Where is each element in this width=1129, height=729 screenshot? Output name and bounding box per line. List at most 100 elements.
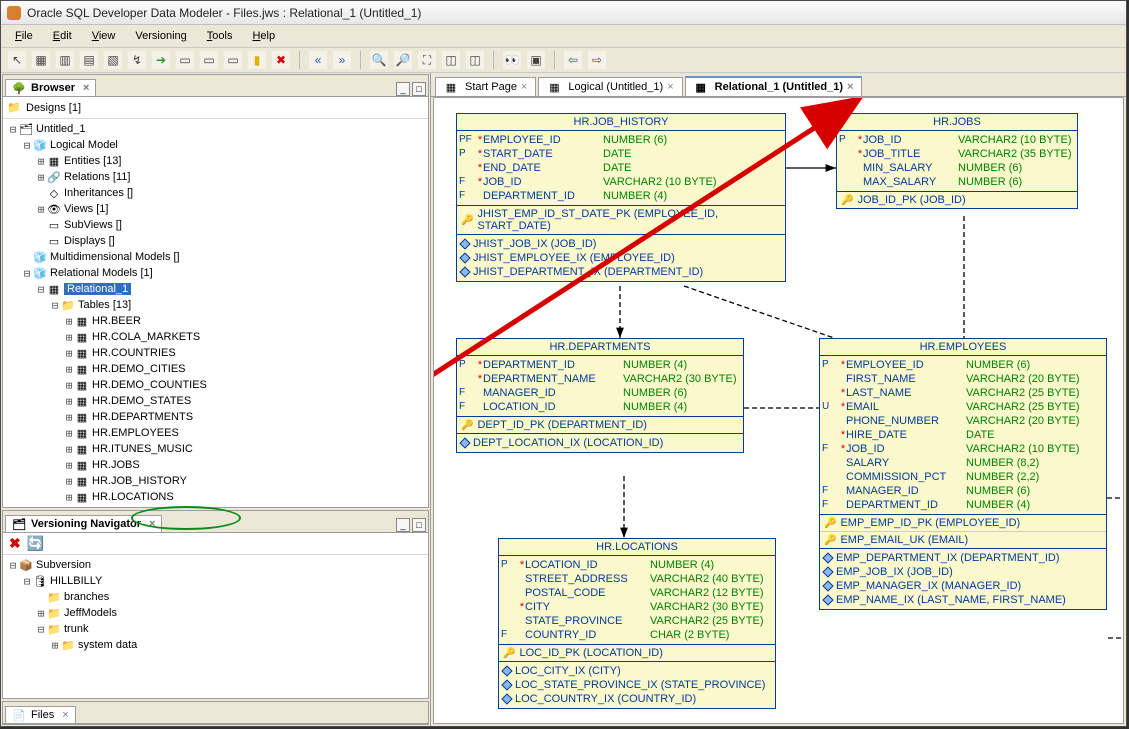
minimize-icon[interactable]: _ [396, 518, 410, 532]
expander-icon[interactable]: ⊞ [63, 443, 75, 456]
toolbar-box3-icon[interactable]: ▭ [224, 51, 242, 69]
expander-icon[interactable]: ⊞ [49, 639, 61, 652]
tree-row[interactable]: 🧊 Multidimensional Models [] [3, 249, 428, 265]
tree-row[interactable]: ⊞ ▦ HR.COLA_MARKETS [3, 329, 428, 345]
close-icon[interactable]: × [149, 518, 155, 530]
maximize-icon[interactable]: □ [412, 518, 426, 532]
entity-locations[interactable]: HR.LOCATIONS P * LOCATION_ID NUMBER (4) … [498, 538, 776, 709]
expander-icon[interactable]: ⊞ [35, 155, 47, 168]
toolbar-first-icon[interactable]: « [309, 51, 327, 69]
expander-icon[interactable]: ⊟ [35, 283, 47, 296]
tree-row[interactable]: ⊟ 📁 trunk [3, 621, 428, 637]
files-tab[interactable]: 📄 Files × [5, 706, 76, 723]
folder-icon[interactable]: 📁 [7, 101, 21, 115]
tree-row[interactable]: ⊞ ▦ HR.DEMO_STATES [3, 393, 428, 409]
expander-icon[interactable]: ⊟ [35, 623, 47, 636]
expander-icon[interactable]: ⊟ [49, 299, 61, 312]
toolbar-arrow-icon[interactable]: ➔ [152, 51, 170, 69]
expander-icon[interactable]: ⊞ [63, 347, 75, 360]
tree-row[interactable]: ⊞ ▦ HR.JOBS [3, 457, 428, 473]
versioning-tab[interactable]: 🗂 Versioning Navigator × [5, 515, 162, 532]
delete-icon[interactable]: ✖ [9, 535, 21, 552]
expander-icon[interactable]: ⊞ [35, 203, 47, 216]
close-icon[interactable]: × [521, 81, 527, 93]
tree-row[interactable]: ⊞ ▦ HR.EMPLOYEES [3, 425, 428, 441]
expander-icon[interactable]: ⊟ [7, 123, 19, 136]
tree-row[interactable]: ⊞ ▦ HR.JOB_HISTORY [3, 473, 428, 489]
tree-row[interactable]: ⊟ 🧊 Relational Models [1] [3, 265, 428, 281]
tree-row[interactable]: ⊞ ▦ HR.LOCATIONS [3, 489, 428, 505]
expander-icon[interactable]: ⊞ [63, 363, 75, 376]
toolbar-link-icon[interactable]: ↯ [128, 51, 146, 69]
expander-icon[interactable]: ⊞ [63, 475, 75, 488]
tree-row[interactable]: ⊞ 📁 system data [3, 637, 428, 653]
tree-row[interactable]: ⊞ ▦ HR.DEMO_CITIES [3, 361, 428, 377]
expander-icon[interactable]: ⊞ [63, 491, 75, 504]
versioning-tree[interactable]: ⊟ 📦 Subversion ⊟ 🛢 HILLBILLY 📁 branches … [3, 555, 428, 698]
entity-job-history[interactable]: HR.JOB_HISTORY PF * EMPLOYEE_ID NUMBER (… [456, 113, 786, 282]
close-icon[interactable]: × [667, 81, 673, 93]
expander-icon[interactable]: ⊟ [21, 575, 33, 588]
browser-tree[interactable]: ⊟ 🗂 Untitled_1 ⊟ 🧊 Logical Model ⊞ ▦ Ent… [3, 119, 428, 507]
expander-icon[interactable]: ⊞ [63, 379, 75, 392]
menu-help[interactable]: Help [244, 28, 283, 44]
tree-row[interactable]: ⊟ ▦ Relational_1 [3, 281, 428, 297]
toolbar-zoom-in-icon[interactable]: 🔍 [370, 51, 388, 69]
toolbar-grid-icon[interactable]: ▤ [80, 51, 98, 69]
doc-tab[interactable]: ▦ Relational_1 (Untitled_1) × [685, 76, 863, 96]
toolbar-box2-icon[interactable]: ▭ [200, 51, 218, 69]
expander-icon[interactable]: ⊞ [63, 459, 75, 472]
toolbar-fit-icon[interactable]: ⛶ [418, 51, 436, 69]
tree-row[interactable]: ⊞ 👁 Views [1] [3, 201, 428, 217]
menu-edit[interactable]: Edit [45, 28, 80, 44]
toolbar-grid2-icon[interactable]: ▧ [104, 51, 122, 69]
toolbar-table-icon[interactable]: ▦ [32, 51, 50, 69]
tree-row[interactable]: ⊞ 🔗 Relations [11] [3, 169, 428, 185]
tree-row[interactable]: ▭ Displays [] [3, 233, 428, 249]
expander-icon[interactable]: ⊞ [35, 171, 47, 184]
expander-icon[interactable]: ⊞ [63, 315, 75, 328]
refresh-icon[interactable]: 🔄 [27, 535, 44, 552]
menubar[interactable]: File Edit View Versioning Tools Help [1, 25, 1126, 47]
tree-row[interactable]: ⊞ ▦ HR.DEPARTMENTS [3, 409, 428, 425]
toolbar-fit3-icon[interactable]: ◫ [466, 51, 484, 69]
diagram-canvas[interactable]: HR.JOB_HISTORY PF * EMPLOYEE_ID NUMBER (… [433, 97, 1124, 724]
close-icon[interactable]: × [847, 81, 853, 93]
toolbar-find-icon[interactable]: 👀 [503, 51, 521, 69]
toolbar-prev-icon[interactable]: ⇦ [564, 51, 582, 69]
toolbar-layers-icon[interactable]: ▣ [527, 51, 545, 69]
close-icon[interactable]: × [62, 709, 68, 721]
expander-icon[interactable]: ⊟ [7, 559, 19, 572]
expander-icon[interactable]: ⊞ [35, 607, 47, 620]
toolbar-pointer-icon[interactable]: ↖ [8, 51, 26, 69]
toolbar-fit2-icon[interactable]: ◫ [442, 51, 460, 69]
tree-row[interactable]: ⊞ ▦ HR.BEER [3, 313, 428, 329]
expander-icon[interactable]: ⊞ [63, 411, 75, 424]
menu-versioning[interactable]: Versioning [127, 28, 194, 44]
close-icon[interactable]: × [83, 82, 89, 94]
maximize-icon[interactable]: □ [412, 82, 426, 96]
doc-tab[interactable]: ▦ Start Page × [435, 77, 536, 96]
tree-row[interactable]: ⊟ 🧊 Logical Model [3, 137, 428, 153]
expander-icon[interactable]: ⊞ [63, 331, 75, 344]
entity-employees[interactable]: HR.EMPLOYEES P * EMPLOYEE_ID NUMBER (6) … [819, 338, 1107, 610]
menu-file[interactable]: File [7, 28, 41, 44]
tree-row[interactable]: ⊟ 📦 Subversion [3, 557, 428, 573]
menu-tools[interactable]: Tools [199, 28, 241, 44]
tree-row[interactable]: 📁 branches [3, 589, 428, 605]
tree-row[interactable]: ⊟ 🗂 Untitled_1 [3, 121, 428, 137]
tree-row[interactable]: ▭ SubViews [] [3, 217, 428, 233]
tree-row[interactable]: ◇ Inheritances [] [3, 185, 428, 201]
toolbar-zoom-out-icon[interactable]: 🔎 [394, 51, 412, 69]
minimize-icon[interactable]: _ [396, 82, 410, 96]
tree-row[interactable]: ⊞ ▦ HR.DEMO_COUNTIES [3, 377, 428, 393]
toolbar-note-icon[interactable]: ▮ [248, 51, 266, 69]
tree-row[interactable]: ⊞ ▦ Entities [13] [3, 153, 428, 169]
tree-row[interactable]: ⊞ ▦ HR.ITUNES_MUSIC [3, 441, 428, 457]
expander-icon[interactable]: ⊟ [21, 139, 33, 152]
tree-row[interactable]: ⊞ ▦ HR.COUNTRIES [3, 345, 428, 361]
entity-departments[interactable]: HR.DEPARTMENTS P * DEPARTMENT_ID NUMBER … [456, 338, 744, 453]
toolbar-delete-icon[interactable]: ✖ [272, 51, 290, 69]
entity-jobs[interactable]: HR.JOBS P * JOB_ID VARCHAR2 (10 BYTE) * … [836, 113, 1078, 209]
expander-icon[interactable]: ⊞ [63, 395, 75, 408]
